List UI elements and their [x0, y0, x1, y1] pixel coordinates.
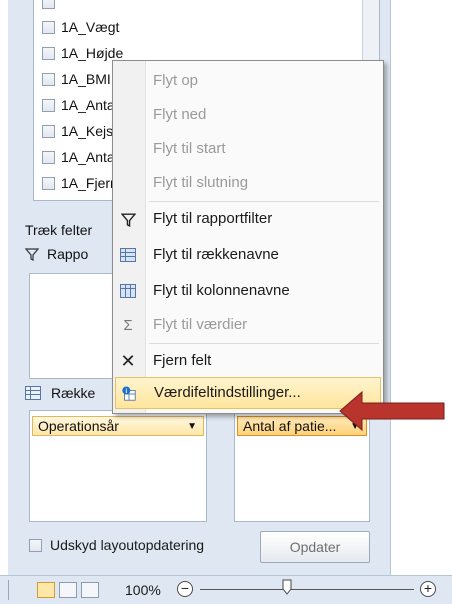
column-labels-icon	[120, 283, 136, 299]
field-label: 1A_Anta	[61, 149, 115, 165]
annotation-arrow	[339, 390, 445, 432]
menu-item-move-up[interactable]: Flyt op	[113, 65, 383, 97]
defer-layout-label: Udskyd layoutopdatering	[50, 537, 205, 553]
field-label: 1A_Kejs	[61, 123, 114, 139]
field-label: 1A_Fjern	[61, 175, 118, 191]
chip-label: Antal af patie...	[243, 418, 337, 434]
filter-icon	[120, 211, 136, 227]
menu-item-move-to-values[interactable]: Σ Flyt til værdier	[113, 309, 383, 341]
menu-item-label: Flyt til start	[153, 140, 226, 157]
report-filter-dropbox[interactable]	[29, 273, 121, 379]
checkbox[interactable]	[42, 46, 55, 60]
menu-separator	[149, 343, 379, 344]
normal-view-button[interactable]	[37, 582, 55, 598]
menu-item-move-to-start[interactable]: Flyt til start	[113, 133, 383, 165]
checkbox[interactable]	[42, 72, 55, 86]
menu-item-move-to-column-labels[interactable]: Flyt til kolonnenavne	[113, 275, 383, 307]
drag-fields-label: Træk felter	[25, 222, 93, 238]
chip-label: Operationsår	[38, 418, 119, 434]
zoom-slider-thumb[interactable]	[282, 579, 292, 595]
menu-item-label: Flyt til slutning	[153, 174, 249, 191]
field-label: 1A_Vægt	[61, 19, 120, 35]
row-labels-label: Række	[51, 385, 96, 401]
sigma-icon: Σ	[123, 316, 133, 334]
menu-item-move-to-end[interactable]: Flyt til slutning	[113, 167, 383, 199]
defer-layout-row[interactable]: Udskyd layoutopdatering	[29, 537, 204, 553]
row-labels-header: Række	[25, 385, 95, 401]
checkbox[interactable]	[42, 124, 55, 138]
remove-icon: ✕	[120, 350, 136, 371]
menu-separator	[149, 201, 379, 202]
report-filter-label: Rappo	[47, 246, 89, 262]
list-item[interactable]: 1A_Anta	[42, 147, 115, 167]
update-button[interactable]: Opdater	[260, 531, 370, 563]
checkbox[interactable]	[42, 150, 55, 164]
menu-item-label: Flyt ned	[153, 106, 207, 123]
menu-item-label: Flyt til kolonnenavne	[153, 282, 290, 299]
status-bar: 100% − +	[0, 575, 452, 604]
checkbox[interactable]	[42, 98, 55, 112]
row-labels-dropbox[interactable]: Operationsår ▼	[29, 410, 207, 522]
zoom-slider-track[interactable]	[200, 589, 414, 590]
menu-item-label: Flyt til værdier	[153, 316, 248, 333]
list-item[interactable]	[42, 0, 61, 12]
defer-layout-checkbox[interactable]	[29, 538, 42, 552]
status-divider	[8, 580, 9, 600]
checkbox[interactable]	[42, 176, 55, 190]
menu-item-move-to-row-labels[interactable]: Flyt til rækkenavne	[113, 239, 383, 271]
svg-text:i: i	[125, 388, 127, 395]
field-label: 1A_Højde	[61, 45, 124, 61]
list-item[interactable]: 1A_BMI	[42, 69, 111, 89]
menu-item-move-down[interactable]: Flyt ned	[113, 99, 383, 131]
field-label: 1A_Anta	[61, 97, 115, 113]
value-field-settings-icon: i	[121, 386, 137, 402]
list-item[interactable]: 1A_Anta	[42, 95, 115, 115]
menu-item-label: Flyt til rapportfilter	[153, 210, 273, 227]
field-label: 1A_BMI	[61, 71, 111, 87]
filter-icon	[25, 248, 39, 261]
menu-item-label: Fjern felt	[153, 352, 212, 369]
context-menu: Flyt op Flyt ned Flyt til start Flyt til…	[112, 60, 384, 414]
menu-item-remove-field[interactable]: ✕ Fjern felt	[113, 345, 383, 377]
page-layout-view-button[interactable]	[59, 582, 77, 598]
checkbox[interactable]	[42, 20, 55, 34]
row-labels-icon	[120, 247, 136, 263]
report-filter-header: Rappo	[25, 246, 88, 262]
checkbox[interactable]	[42, 0, 55, 9]
list-item[interactable]: 1A_Vægt	[42, 17, 119, 37]
list-item[interactable]: 1A_Fjern	[42, 173, 118, 193]
zoom-out-button[interactable]: −	[177, 581, 193, 597]
row-labels-icon	[25, 386, 41, 400]
zoom-level[interactable]: 100%	[125, 582, 161, 598]
menu-item-label: Flyt til rækkenavne	[153, 246, 279, 263]
field-chip-operationsar[interactable]: Operationsår ▼	[32, 416, 204, 436]
chevron-down-icon[interactable]: ▼	[187, 421, 197, 432]
menu-item-label: Flyt op	[153, 72, 199, 89]
menu-item-move-to-report-filter[interactable]: Flyt til rapportfilter	[113, 203, 383, 235]
zoom-in-button[interactable]: +	[420, 581, 436, 597]
list-item[interactable]: 1A_Kejs	[42, 121, 113, 141]
menu-item-label: Værdifeltindstillinger...	[154, 384, 301, 401]
page-break-view-button[interactable]	[81, 582, 99, 598]
